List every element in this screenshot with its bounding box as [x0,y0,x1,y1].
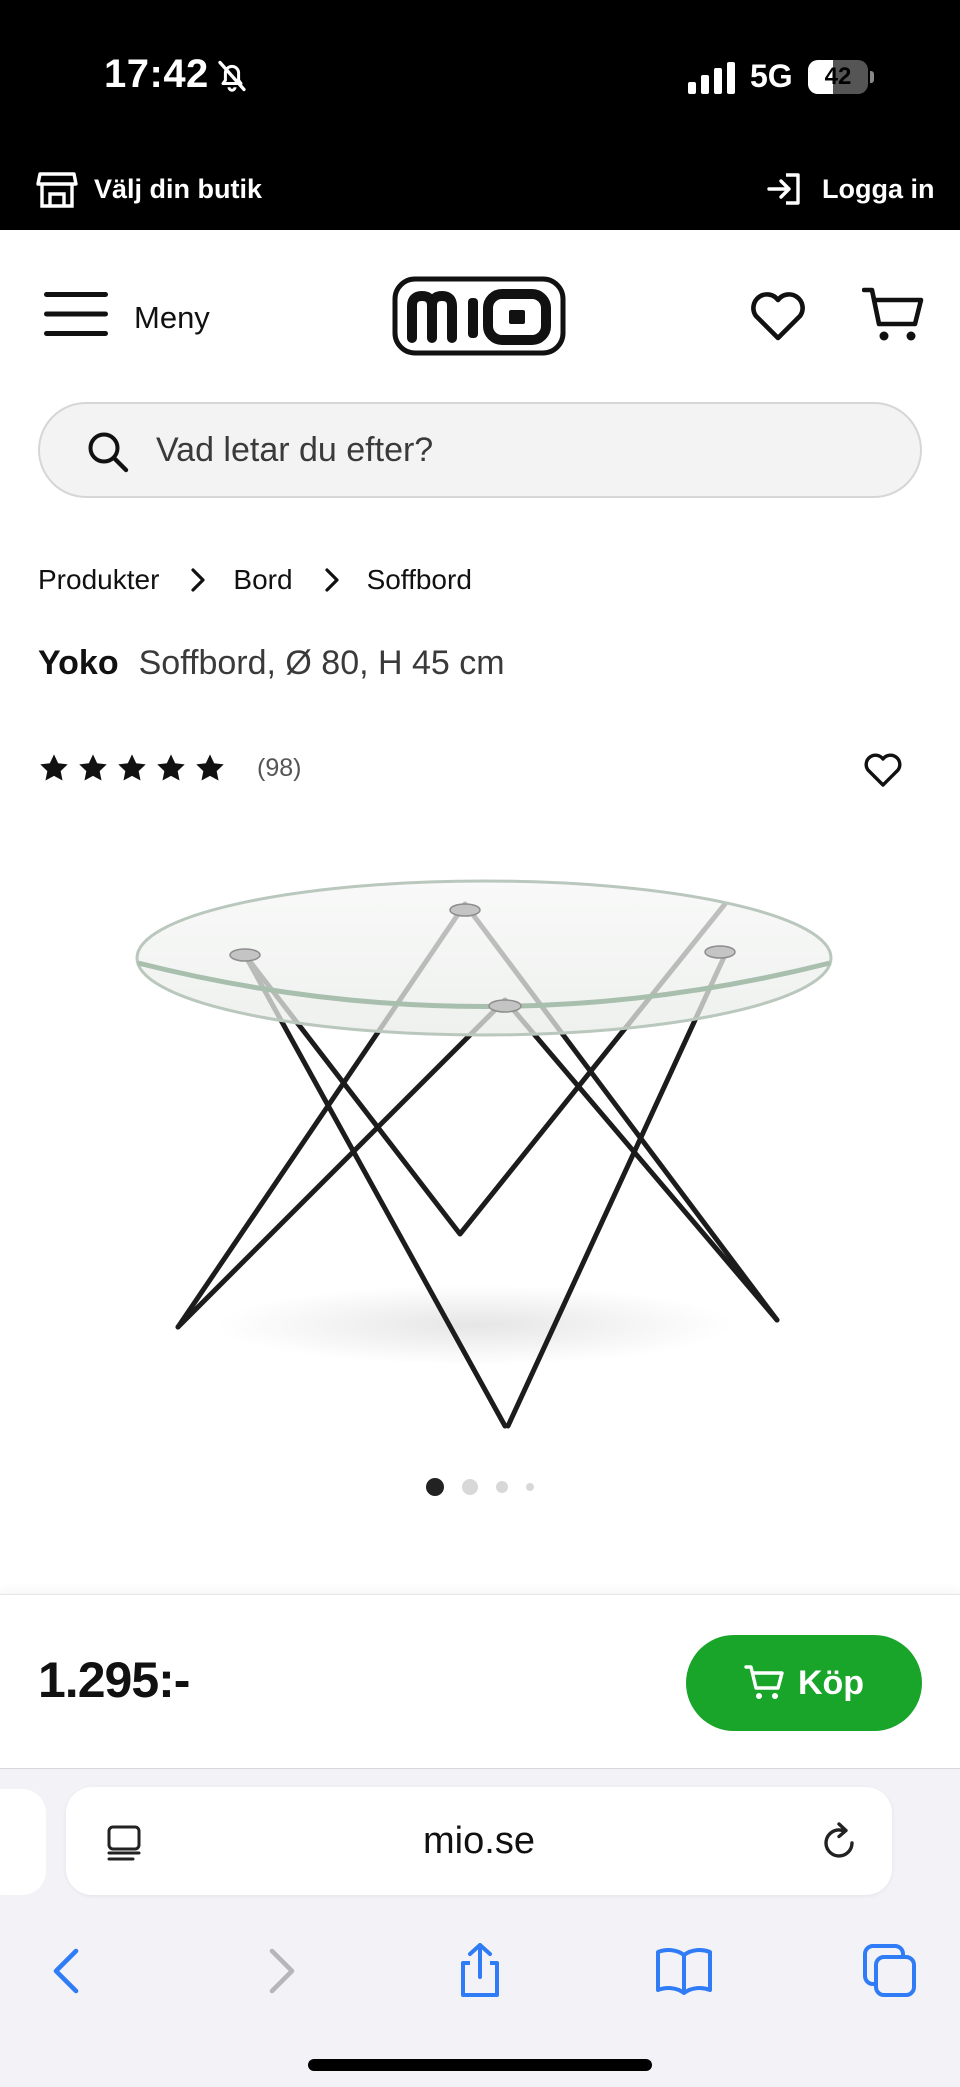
cart-icon[interactable] [862,286,924,344]
status-bar: 17:42 5G 42 [0,0,960,150]
breadcrumb-item-soffbord[interactable]: Soffbord [367,564,472,596]
bookmarks-open-book-icon[interactable] [656,1943,712,1999]
battery-icon: 42 [808,60,874,94]
carousel-dot[interactable] [426,1478,444,1496]
product-rating[interactable]: (98) [38,752,301,784]
browser-toolbar: mio.se [0,1768,960,2087]
menu-button-label[interactable]: Meny [134,300,210,336]
star-icon [118,754,146,781]
carousel-dot[interactable] [496,1481,508,1493]
product-price: 1.295:- [38,1652,190,1708]
product-name: Soffbord, Ø 80, H 45 cm [138,644,505,682]
carousel-dot[interactable] [526,1483,534,1491]
previous-tab-preview[interactable] [0,1789,46,1895]
carousel-dot[interactable] [462,1479,478,1495]
breadcrumb-item-bord[interactable]: Bord [233,564,292,596]
rating-stars [38,752,233,784]
cart-icon [744,1665,784,1699]
breadcrumb: Produkter Bord Soffbord [38,560,472,600]
add-to-favorites-heart-icon[interactable] [864,752,902,788]
back-chevron-icon[interactable] [42,1943,98,1999]
favorites-heart-icon[interactable] [750,290,806,342]
chevron-right-icon [191,568,206,592]
review-count[interactable]: (98) [257,754,301,783]
login-arrow-icon[interactable] [766,170,804,208]
star-icon [40,754,68,781]
hamburger-menu-icon[interactable] [44,292,108,336]
share-icon[interactable] [452,1943,508,1999]
address-url[interactable]: mio.se [66,1787,892,1895]
search-input[interactable] [156,404,876,496]
image-carousel-dots[interactable] [0,1478,960,1496]
home-indicator [308,2059,652,2071]
bell-muted-icon [218,60,246,92]
star-icon [157,754,185,781]
store-bar: Välj din butik Logga in [0,150,960,230]
star-icon [79,754,107,781]
search-bar[interactable] [38,402,922,498]
site-header: Meny [0,230,960,400]
network-type: 5G [750,58,793,94]
choose-store-link[interactable]: Välj din butik [94,174,262,205]
tabs-icon[interactable] [862,1943,918,1999]
star-icon [196,754,224,781]
browser-nav-row [0,1919,960,2019]
product-title: Yoko Soffbord, Ø 80, H 45 cm [38,644,505,683]
price-bar: 1.295:- Köp [0,1594,960,1768]
search-icon [88,432,129,473]
reader-mode-icon[interactable] [104,1823,144,1863]
reload-icon[interactable] [818,1821,860,1863]
product-brand: Yoko [38,644,119,682]
battery-percent: 42 [824,63,852,90]
status-time: 17:42 [104,52,209,96]
address-bar[interactable]: mio.se [66,1787,892,1895]
product-image[interactable] [120,860,840,1440]
store-icon[interactable] [36,170,78,210]
forward-chevron-icon[interactable] [250,1943,306,1999]
chevron-right-icon [324,568,339,592]
buy-button[interactable]: Köp [686,1635,922,1731]
mio-logo[interactable] [392,276,566,356]
login-link[interactable]: Logga in [822,174,934,205]
buy-button-label: Köp [797,1663,865,1702]
breadcrumb-item-produkter[interactable]: Produkter [38,564,159,596]
cell-signal-icon [688,62,735,94]
